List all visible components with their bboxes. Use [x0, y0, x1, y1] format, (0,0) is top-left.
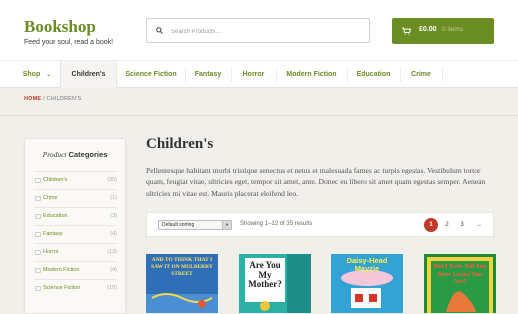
category-item-education[interactable]: Education (3) — [34, 207, 117, 225]
folder-icon — [35, 250, 41, 255]
category-name: Modern Fiction — [43, 267, 80, 273]
category-count: (12) — [107, 249, 117, 255]
site-branding: Bookshop Feed your soul, read a book! — [24, 18, 114, 47]
widget-title-suffix: Categories — [66, 150, 108, 159]
category-item-science-fiction[interactable]: Science Fiction (10) — [34, 279, 117, 297]
nav-item-label: Horror — [242, 71, 265, 78]
sort-select[interactable]: Default sorting ▾ — [158, 220, 232, 230]
folder-icon — [35, 232, 41, 237]
category-item-fantasy[interactable]: Fantasy (4) — [34, 225, 117, 243]
category-item-crime[interactable]: Crime (1) — [34, 189, 117, 207]
nav-item-label: Crime — [411, 71, 431, 78]
primary-navigation: Shop ⌄ Children's Science Fiction Fantasy… — [0, 60, 518, 88]
sort-select-value: Default sorting — [162, 222, 195, 228]
category-count: (1) — [110, 195, 117, 201]
site-title[interactable]: Bookshop — [24, 18, 113, 36]
pagination-page-3[interactable]: 3 — [455, 218, 469, 232]
nav-item-modern-fiction[interactable]: Modern Fiction — [276, 61, 347, 88]
chevron-down-icon: ▾ — [222, 221, 231, 229]
book-title: AND TO THINK THAT I SAW IT ON MULBERRY S… — [151, 257, 213, 277]
category-count: (4) — [110, 267, 117, 273]
folder-icon — [35, 268, 41, 273]
result-count: Showing 1–12 of 35 results — [240, 221, 313, 227]
product-card[interactable]: AND TO THINK THAT I SAW IT ON MULBERRY S… — [146, 254, 218, 313]
folder-icon — [35, 196, 41, 201]
product-categories-widget: Product Categories Children's (35) Crime… — [24, 138, 126, 314]
breadcrumb-current: CHILDREN'S — [46, 96, 82, 102]
section-divider — [0, 115, 518, 116]
site-header: Bookshop Feed your soul, read a book! £0… — [0, 0, 518, 60]
nav-item-label: Shop — [22, 71, 41, 78]
nav-item-childrens[interactable]: Children's — [60, 61, 117, 88]
product-card[interactable]: Daisy-Head Mayzie — [331, 254, 403, 313]
nav-item-horror[interactable]: Horror — [231, 61, 276, 88]
widget-title: Product Categories — [25, 150, 125, 159]
book-title: Daisy-Head Mayzie — [346, 256, 388, 273]
nav-item-label: Modern Fiction — [286, 71, 337, 78]
pagination-next[interactable]: → — [472, 218, 486, 232]
category-name: Children's — [43, 177, 68, 183]
search-icon — [156, 27, 163, 34]
cart-icon — [402, 27, 411, 35]
category-item-childrens[interactable]: Children's (35) — [34, 171, 117, 189]
search-input[interactable] — [169, 22, 368, 41]
category-item-horror[interactable]: Horror (12) — [34, 243, 117, 261]
nav-item-label: Fantasy — [194, 71, 222, 78]
category-name: Science Fiction — [43, 285, 81, 291]
nav-item-label: Children's — [71, 71, 106, 78]
nav-item-shop[interactable]: Shop ⌄ — [14, 61, 60, 88]
shop-toolbar: Default sorting ▾ Showing 1–12 of 35 res… — [146, 212, 494, 237]
nav-item-label: Science Fiction — [125, 71, 177, 78]
category-count: (10) — [107, 285, 117, 291]
product-card[interactable]: Are You My Mother? — [239, 254, 311, 313]
category-name: Horror — [43, 249, 59, 255]
chevron-down-icon: ⌄ — [46, 72, 52, 78]
folder-icon — [35, 214, 41, 219]
nav-item-education[interactable]: Education — [347, 61, 400, 88]
search-box — [146, 18, 370, 43]
pagination-page-1[interactable]: 1 — [424, 218, 438, 232]
category-count: (35) — [107, 177, 117, 183]
book-title: Did I Ever Tell You How Lucky You Are? — [433, 263, 487, 285]
category-count: (4) — [110, 231, 117, 237]
folder-icon — [35, 286, 41, 291]
nav-item-label: Education — [356, 71, 391, 78]
breadcrumb: HOME / CHILDREN'S — [24, 96, 81, 102]
page-title: Children's — [146, 136, 214, 152]
cart-count: 0 items — [442, 26, 463, 33]
nav-item-crime[interactable]: Crime — [400, 61, 442, 88]
nav-item-fantasy[interactable]: Fantasy — [185, 61, 231, 88]
category-name: Fantasy — [43, 231, 63, 237]
cart-button[interactable]: £0.00 0 items — [392, 18, 494, 44]
breadcrumb-home-link[interactable]: HOME — [24, 96, 41, 102]
nav-divider — [442, 68, 443, 82]
product-card[interactable]: Did I Ever Tell You How Lucky You Are? — [424, 254, 496, 313]
category-name: Crime — [43, 195, 58, 201]
site-tagline: Feed your soul, read a book! — [24, 39, 114, 46]
book-title: Are You My Mother? — [248, 260, 282, 289]
nav-item-science-fiction[interactable]: Science Fiction — [117, 61, 185, 88]
category-name: Education — [43, 213, 68, 219]
folder-icon — [35, 178, 41, 183]
cart-amount: £0.00 — [419, 26, 437, 33]
widget-title-prefix: Product — [42, 150, 67, 159]
pagination-page-2[interactable]: 2 — [440, 218, 454, 232]
category-count: (3) — [110, 213, 117, 219]
category-description: Pellentesque habitant morbi tristique se… — [146, 166, 486, 198]
category-item-modern-fiction[interactable]: Modern Fiction (4) — [34, 261, 117, 279]
